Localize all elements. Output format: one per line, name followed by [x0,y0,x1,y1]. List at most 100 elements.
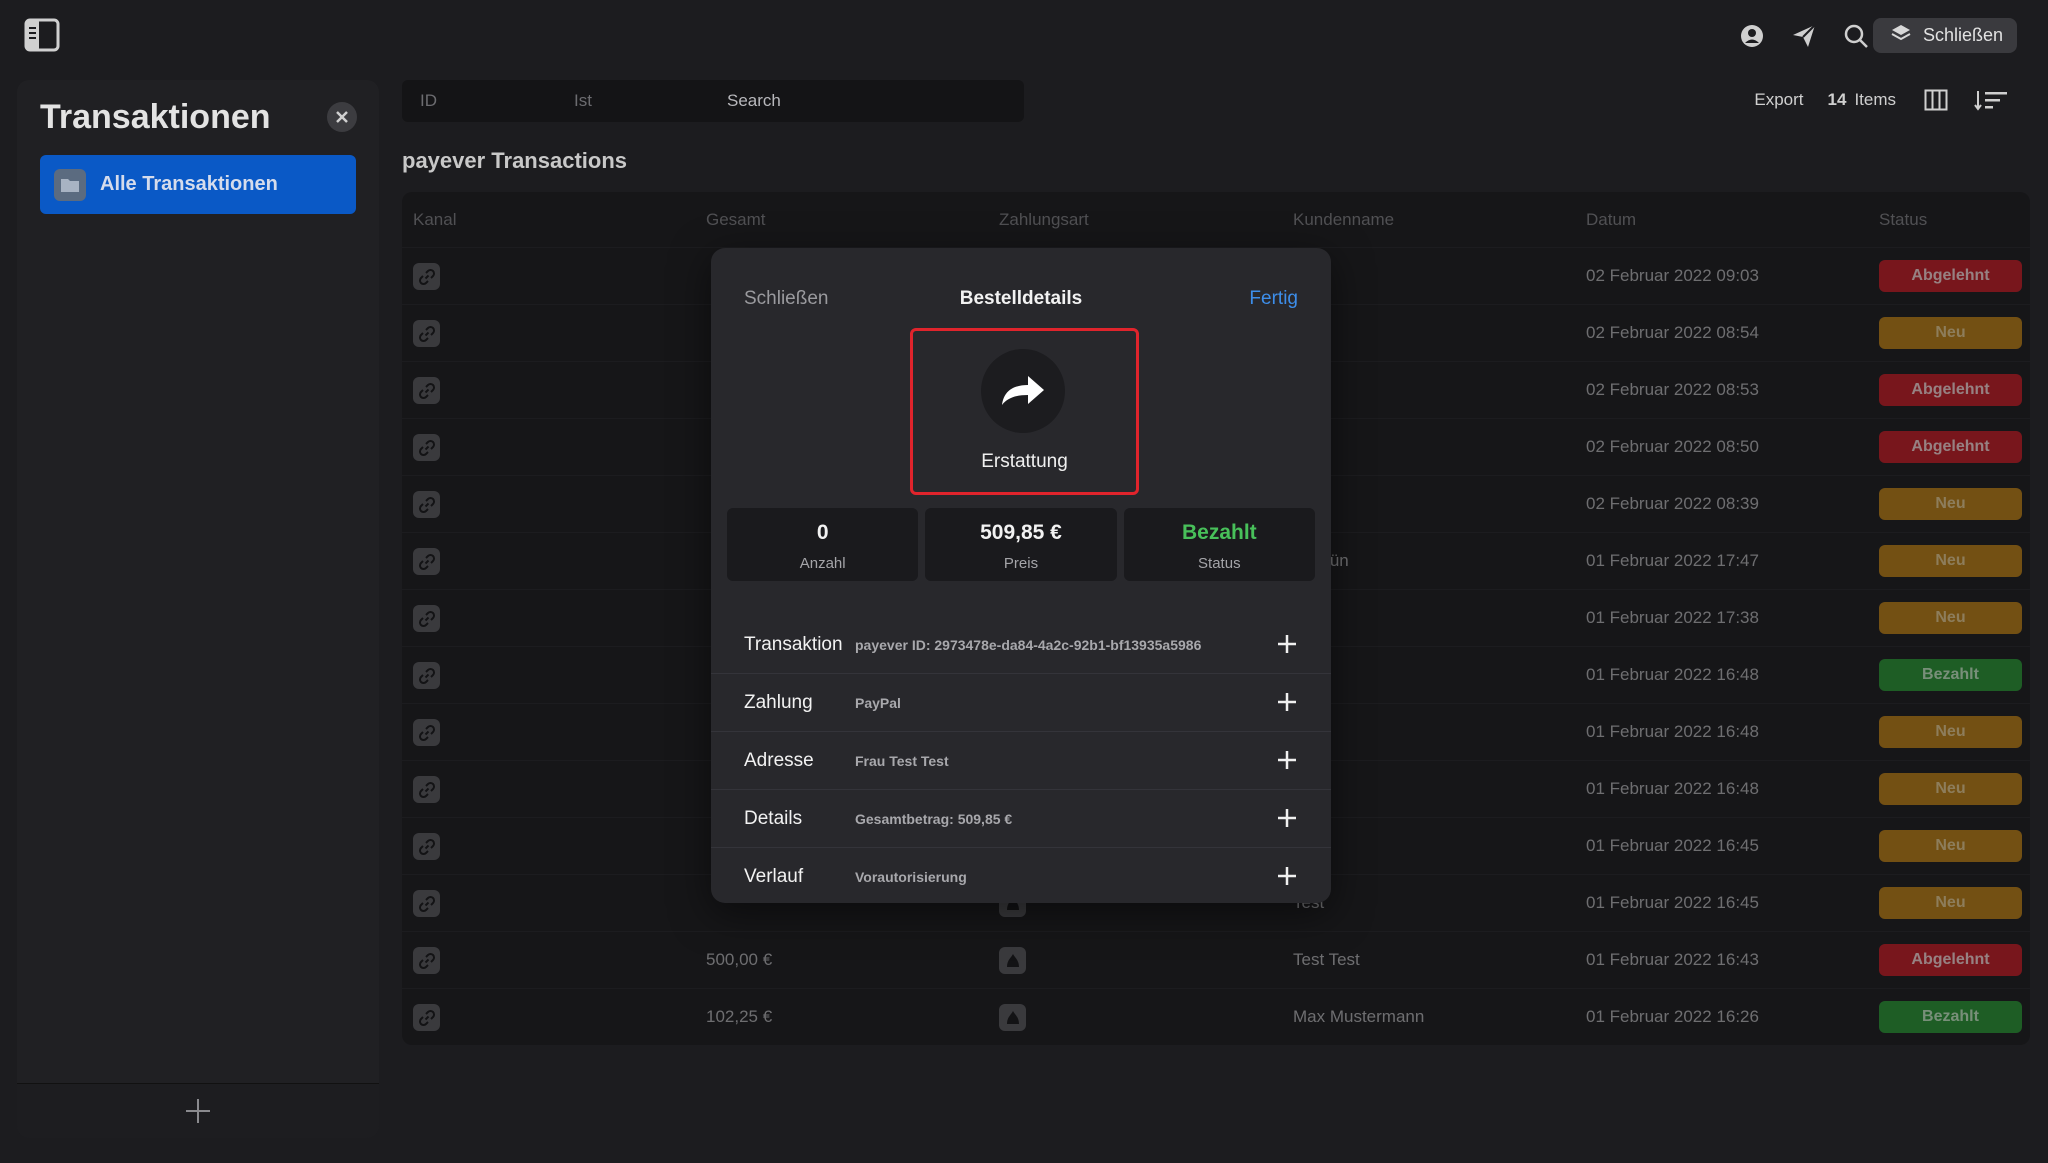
filter-id[interactable]: ID [420,91,437,111]
toolbar: ID Ist Search Export 14 Items [402,80,2030,122]
table-row[interactable]: 500,00 € Test Test 01 Februar 2022 16:43 Ab… [402,932,2030,989]
columns-icon[interactable] [1924,89,1948,111]
detail-row-zahlung[interactable]: Zahlung PayPal [711,674,1331,732]
expand-plus-icon[interactable] [1276,633,1298,655]
link-icon [413,947,440,974]
sort-icon[interactable] [1974,89,2008,111]
expand-plus-icon[interactable] [1276,691,1298,713]
detail-value: payever ID: 2973478e-da84-4a2c-92b1-bf13… [855,637,1202,653]
filter-ist[interactable]: Ist [574,91,592,111]
modal-title: Bestelldetails [959,288,1083,309]
top-bar: Schließen [0,0,2048,70]
column-kundenname[interactable]: Kundenname [1293,210,1394,230]
folder-icon [54,168,86,201]
search-input[interactable]: Search [727,91,781,111]
detail-row-details[interactable]: Details Gesamtbetrag: 509,85 € [711,790,1331,848]
item-count: 14 [1827,90,1847,109]
status-badge: Abgelehnt [1879,374,2022,406]
status-badge: Neu [1879,317,2022,349]
stat-value: Bezahlt [1181,521,1257,544]
send-icon[interactable] [1789,21,1819,51]
status-badge: Bezahlt [1879,659,2022,691]
detail-row-verlauf[interactable]: Verlauf Vorautorisierung [711,848,1331,903]
detail-list: Transaktion payever ID: 2973478e-da84-4a2… [711,616,1331,903]
refund-label: Erstattung [981,451,1068,472]
close-icon[interactable] [327,102,357,132]
link-icon [413,776,440,803]
column-status[interactable]: Status [1879,210,1927,230]
stat-label: Preis [1003,555,1039,572]
column-gesamt[interactable]: Gesamt [706,210,766,230]
detail-row-transaktion[interactable]: Transaktion payever ID: 2973478e-da84-4a2… [711,616,1331,674]
cell-datum: 01 Februar 2022 17:47 [1586,551,1759,570]
status-badge: Neu [1879,773,2022,805]
stat-label: Anzahl [799,555,846,572]
modal-header: Schließen Bestelldetails Fertig [711,248,1331,314]
close-app-button[interactable]: Schließen [1873,18,2017,53]
cell-datum: 01 Februar 2022 16:43 [1586,950,1759,969]
table-header: Kanal Gesamt Zahlungsart Kundenname Datu… [402,192,2030,248]
detail-row-adresse[interactable]: Adresse Frau Test Test [711,732,1331,790]
stat-anzahl: 0 Anzahl [727,508,919,581]
cell-datum: 02 Februar 2022 08:54 [1586,323,1759,342]
modal-done-button[interactable]: Fertig [1249,288,1298,310]
status-badge: Neu [1879,716,2022,748]
status-badge: Neu [1879,887,2022,919]
payment-method-icon [999,947,1026,974]
expand-plus-icon[interactable] [1276,807,1298,829]
status-badge: Neu [1879,488,2022,520]
status-badge: Abgelehnt [1879,260,2022,292]
close-app-label: Schließen [1923,25,2004,45]
sidebar-item-label: Alle Transaktionen [100,173,278,195]
sidebar-item-alle-transaktionen[interactable]: Alle Transaktionen [40,155,356,214]
column-datum[interactable]: Datum [1586,210,1636,230]
list-title: payever Transactions [402,148,628,173]
refund-button[interactable]: Erstattung [910,328,1139,495]
cell-datum: 02 Februar 2022 08:50 [1586,437,1759,456]
detail-label: Transaktion [744,634,843,655]
user-icon[interactable] [1737,21,1767,51]
link-icon [413,434,440,461]
expand-plus-icon[interactable] [1276,865,1298,887]
link-icon [413,719,440,746]
detail-value: PayPal [855,695,901,711]
detail-value: Frau Test Test [855,753,949,769]
expand-plus-icon[interactable] [1276,749,1298,771]
link-icon [413,377,440,404]
cell-kundenname: Test Test [1293,950,1360,969]
search-icon[interactable] [1841,21,1871,51]
column-kanal[interactable]: Kanal [413,210,456,230]
status-badge: Abgelehnt [1879,944,2022,976]
search-bar[interactable]: ID Ist Search [402,80,1024,122]
cell-datum: 01 Februar 2022 17:38 [1586,608,1759,627]
cell-datum: 02 Februar 2022 08:39 [1586,494,1759,513]
link-icon [413,320,440,347]
sidebar-toggle-icon[interactable] [24,18,60,52]
detail-label: Adresse [744,750,814,771]
status-badge: Neu [1879,545,2022,577]
items-label: Items [1854,90,1896,109]
link-icon [413,491,440,518]
stat-value: 509,85 € [980,521,1062,544]
status-badge: Neu [1879,830,2022,862]
stat-value: 0 [816,521,829,544]
detail-label: Zahlung [744,692,813,713]
add-folder-button[interactable] [17,1083,379,1138]
stat-preis: 509,85 € Preis [925,508,1117,581]
cell-datum: 01 Februar 2022 16:48 [1586,722,1759,741]
table-row[interactable]: 102,25 € Max Mustermann 01 Februar 2022 16… [402,989,2030,1045]
layers-icon [1891,23,1911,48]
sidebar: Transaktionen Alle Transaktionen [17,80,379,1138]
cell-datum: 02 Februar 2022 08:53 [1586,380,1759,399]
cell-datum: 01 Februar 2022 16:48 [1586,779,1759,798]
status-badge: Bezahlt [1879,1001,2022,1033]
link-icon [413,890,440,917]
export-button[interactable]: Export [1754,90,1803,110]
order-details-modal: Schließen Bestelldetails Fertig Erstattu… [711,248,1331,903]
cell-datum: 01 Februar 2022 16:26 [1586,1007,1759,1026]
link-icon [413,263,440,290]
refund-arrow-icon [981,349,1065,433]
summary-stats: 0 Anzahl 509,85 € Preis Bezahlt Status [727,508,1315,581]
link-icon [413,1004,440,1031]
column-zahlungsart[interactable]: Zahlungsart [999,210,1089,230]
